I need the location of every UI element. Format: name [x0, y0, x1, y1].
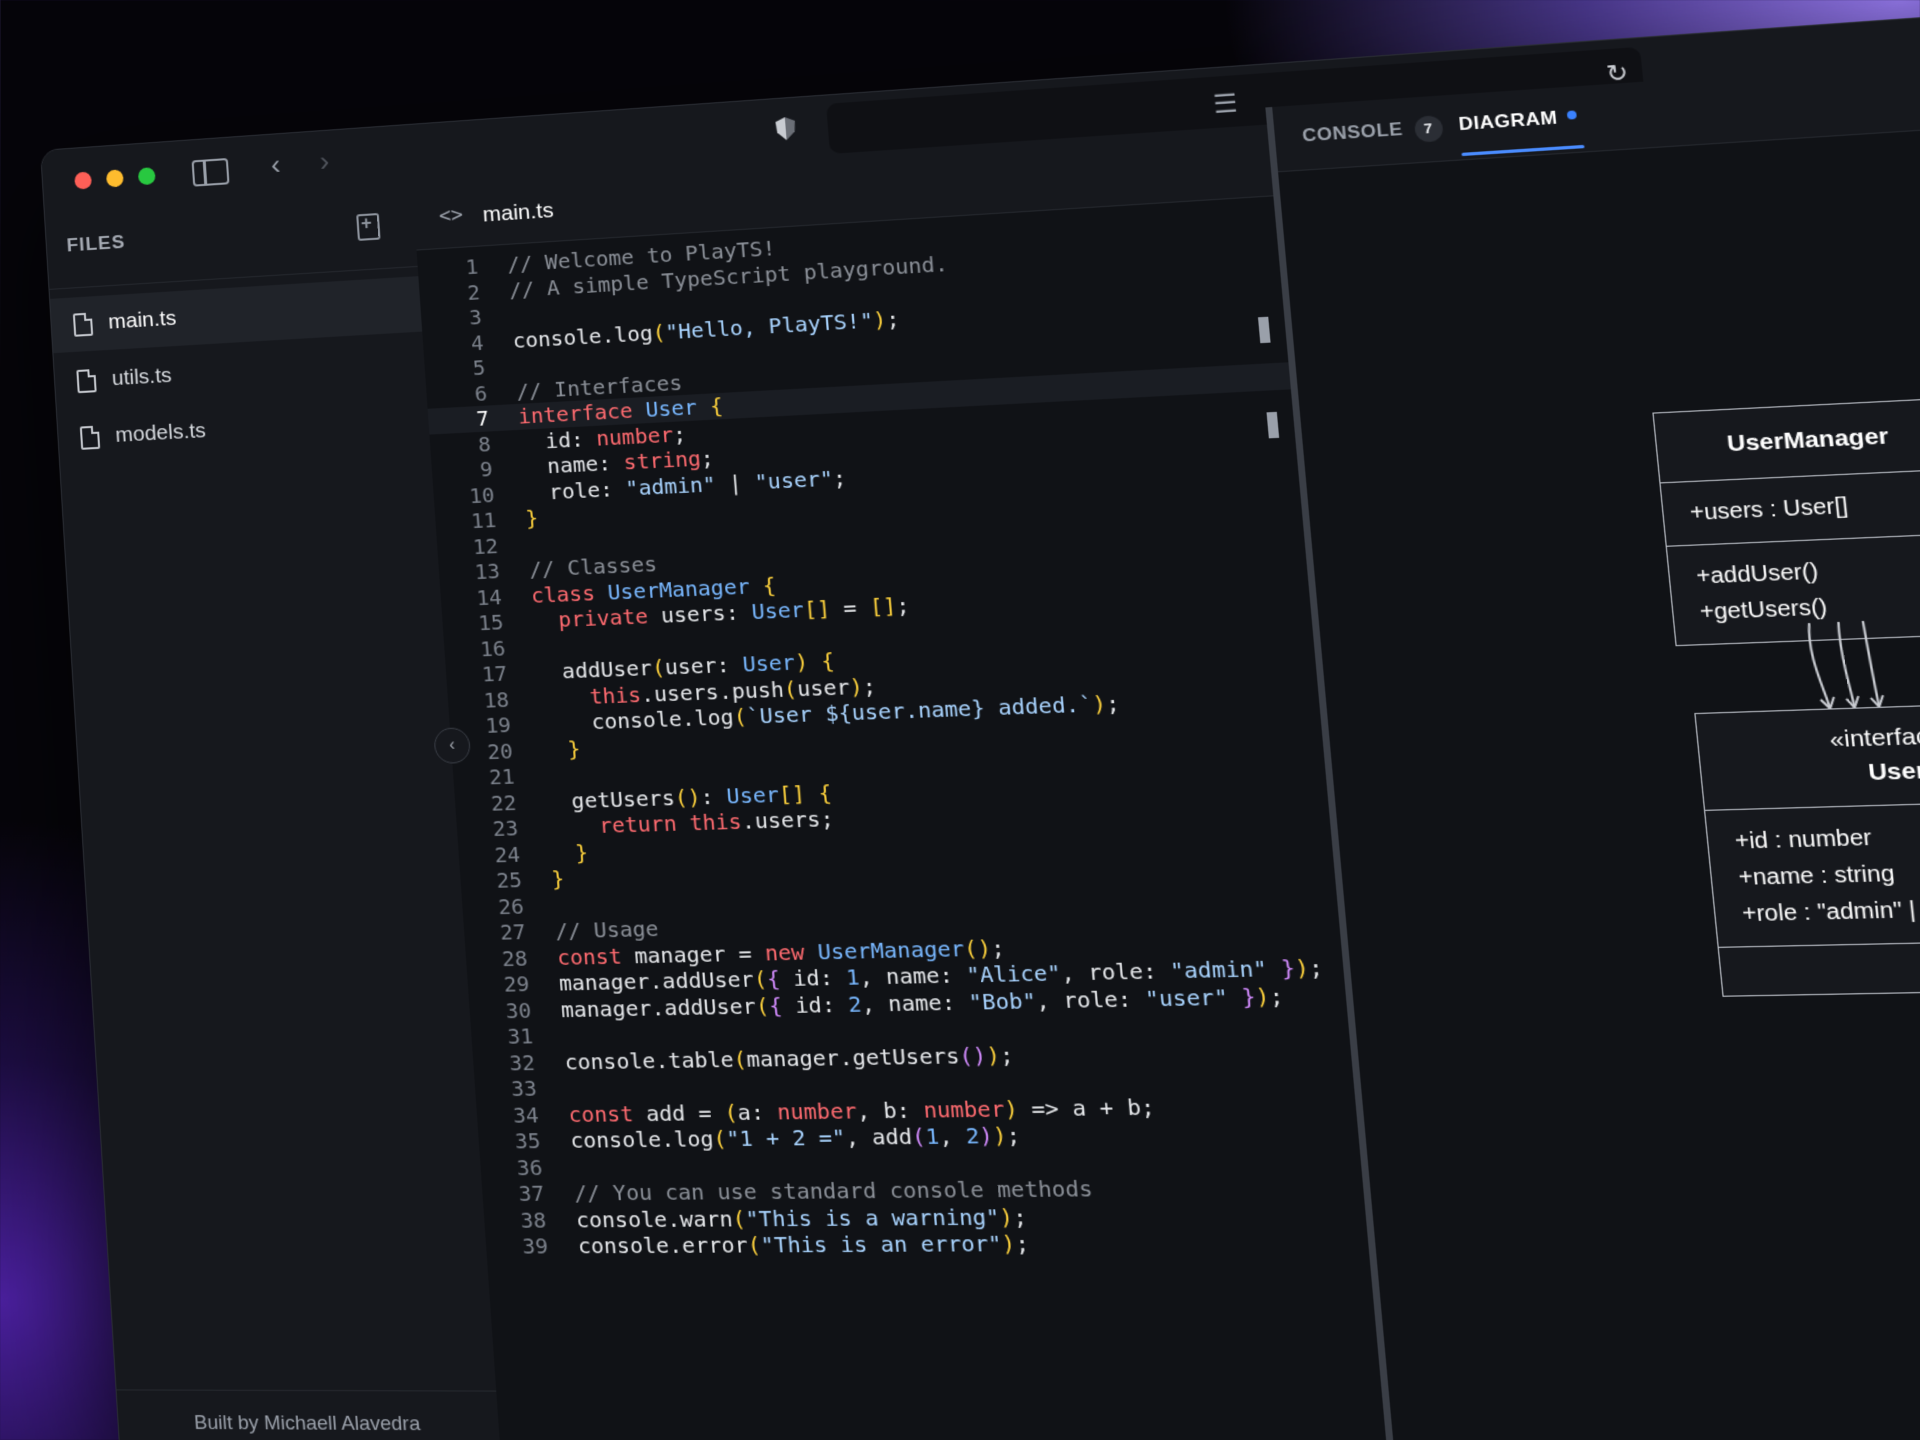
file-icon — [79, 425, 101, 450]
code-text: // Usage — [554, 915, 660, 944]
line-number: 16 — [479, 634, 507, 662]
uml-interface-user[interactable]: «interface» User +id : number +name : st… — [1694, 699, 1920, 997]
line-number: 27 — [499, 918, 527, 945]
console-count-badge: 7 — [1413, 115, 1444, 143]
line-number: 36 — [515, 1154, 544, 1181]
tab-diagram[interactable]: DIAGRAM — [1458, 106, 1578, 136]
minimize-window-button[interactable] — [105, 169, 124, 188]
uml-interface-header: «interface» User — [1695, 700, 1920, 811]
code-text: console.warn("This is a warning"); — [575, 1202, 1028, 1233]
file-name: utils.ts — [111, 363, 173, 391]
code-lines[interactable]: 1// Welcome to PlayTS! 2// A simple TypeS… — [417, 204, 1369, 1260]
tab-diagram-label: DIAGRAM — [1457, 107, 1559, 135]
line-number: 15 — [477, 609, 505, 636]
file-icon — [72, 311, 94, 337]
uml-class-name: UserManager — [1653, 398, 1920, 484]
files-title: FILES — [66, 231, 126, 257]
maximize-window-button[interactable] — [137, 167, 156, 186]
line-number: 38 — [519, 1206, 547, 1233]
code-text: } — [524, 505, 540, 531]
scrollbar-marker — [1266, 411, 1280, 439]
line-number: 25 — [495, 866, 523, 894]
close-window-button[interactable] — [74, 171, 93, 190]
code-text: } — [566, 735, 582, 762]
code-editor[interactable]: <> main.ts ☰ 1// Welcome to PlayTS! 2// A… — [412, 89, 1389, 1440]
editor-tab-label: main.ts — [481, 198, 555, 227]
new-file-icon[interactable] — [356, 212, 381, 241]
code-text: console.log("1 + 2 =", add(1, 2)); — [569, 1121, 1022, 1154]
line-number: 24 — [493, 841, 521, 868]
line-number: 23 — [491, 815, 520, 842]
file-name: models.ts — [114, 418, 207, 447]
menu-icon[interactable]: ☰ — [1212, 88, 1239, 121]
tab-console[interactable]: CONSOLE 7 — [1301, 115, 1444, 150]
line-number: 30 — [504, 996, 533, 1023]
line-number: 22 — [489, 789, 518, 816]
line-number: 21 — [488, 763, 516, 790]
line-number: 29 — [502, 970, 531, 997]
shield-icon[interactable] — [775, 117, 796, 141]
uml-attributes: +users : User[] — [1660, 469, 1920, 547]
line-number: 26 — [497, 892, 525, 919]
forward-arrow-icon[interactable]: › — [319, 145, 331, 178]
uml-attributes: +id : number +name : string +role : "adm… — [1705, 799, 1920, 948]
app-window: ‹ › ↻ FILES main.tsutils.tsmodels.ts Bui… — [40, 0, 1920, 1440]
line-number: 14 — [475, 583, 503, 610]
line-number: 35 — [513, 1127, 542, 1154]
sidebar-toggle-icon[interactable] — [191, 157, 230, 187]
code-text: console.error("This is an error"); — [577, 1230, 1031, 1259]
line-number: 33 — [510, 1075, 538, 1102]
association-arrows-icon — [1795, 620, 1902, 714]
uml-methods — [1719, 940, 1920, 996]
line-number: 37 — [517, 1180, 546, 1207]
line-number: 18 — [482, 686, 510, 713]
line-number: 31 — [506, 1023, 534, 1050]
line-number: 13 — [473, 558, 501, 585]
file-icon — [76, 368, 97, 393]
uml-class-usermanager[interactable]: UserManager +users : User[] +addUser() +… — [1652, 397, 1920, 647]
unsaved-dot-icon — [1566, 110, 1577, 120]
file-name: main.ts — [107, 306, 177, 334]
tab-console-label: CONSOLE — [1301, 118, 1404, 146]
code-icon: <> — [438, 203, 464, 228]
uml-attribute: +users : User[] — [1688, 493, 1850, 526]
code-text: } — [550, 865, 566, 892]
line-number: 34 — [512, 1101, 540, 1128]
uml-attribute: +role : "admin" | "user" — [1741, 896, 1920, 927]
scrollbar-marker — [1257, 316, 1271, 344]
uml-attribute: +id : number — [1733, 825, 1873, 855]
line-number: 32 — [508, 1049, 536, 1076]
sidebar-footer: Built by Michaell Alavedra — [116, 1389, 501, 1440]
line-number: 28 — [500, 944, 529, 971]
line-number: 17 — [480, 660, 508, 687]
back-arrow-icon[interactable]: ‹ — [270, 148, 282, 181]
files-header: FILES — [66, 212, 395, 265]
uml-stereotype: «interface» — [1828, 722, 1920, 753]
code-text: } — [574, 839, 590, 865]
line-number: 39 — [521, 1232, 549, 1259]
code-text: // You can use standard console methods — [573, 1175, 1094, 1206]
code-line[interactable]: 39 console.error("This is an error"); — [485, 1228, 1369, 1260]
